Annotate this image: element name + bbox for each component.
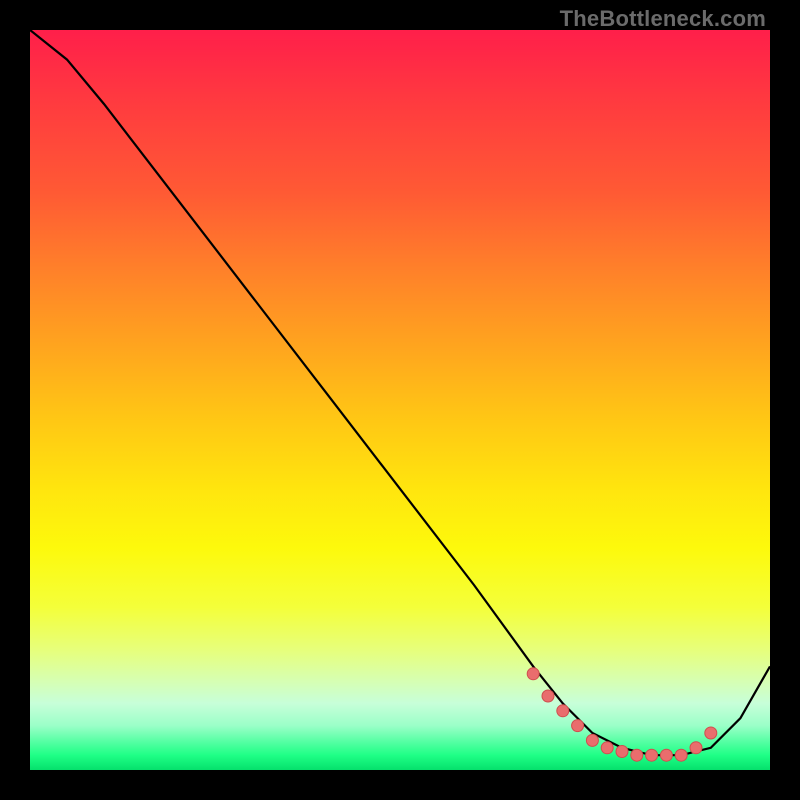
chart-svg xyxy=(30,30,770,770)
marker-point xyxy=(527,668,539,680)
marker-point xyxy=(586,734,598,746)
marker-point xyxy=(675,749,687,761)
watermark-text: TheBottleneck.com xyxy=(560,6,766,32)
marker-point xyxy=(705,727,717,739)
marker-point xyxy=(572,720,584,732)
marker-point xyxy=(660,749,672,761)
marker-group xyxy=(527,668,717,761)
plot-area xyxy=(30,30,770,770)
marker-point xyxy=(646,749,658,761)
marker-point xyxy=(690,742,702,754)
chart-frame: TheBottleneck.com xyxy=(0,0,800,800)
marker-point xyxy=(631,749,643,761)
bottleneck-curve xyxy=(30,30,770,755)
marker-point xyxy=(542,690,554,702)
marker-point xyxy=(557,705,569,717)
marker-point xyxy=(616,746,628,758)
marker-point xyxy=(601,742,613,754)
